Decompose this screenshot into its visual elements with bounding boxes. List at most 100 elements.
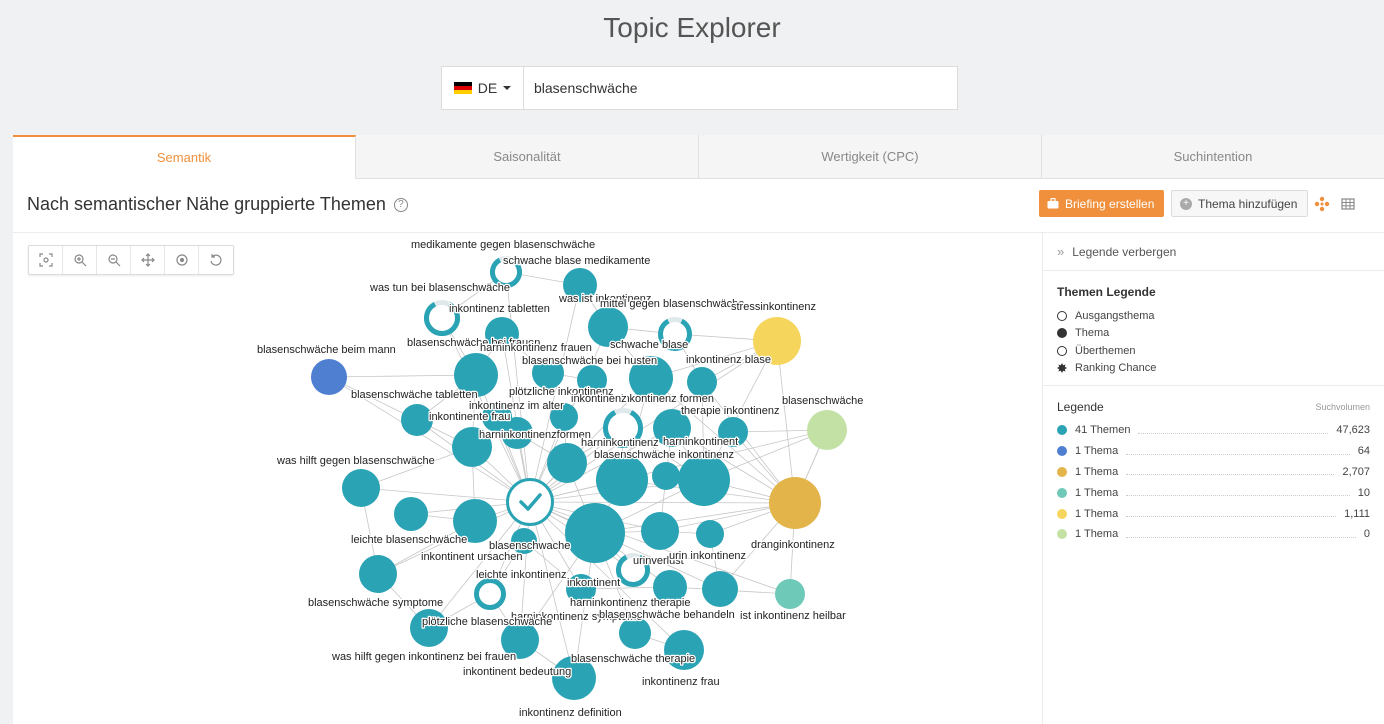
language-select[interactable]: DE — [442, 67, 524, 109]
topic-node[interactable] — [311, 359, 347, 395]
legend-row-value: 47,623 — [1336, 424, 1370, 437]
center-button[interactable] — [131, 246, 165, 274]
add-topic-button[interactable]: + Thema hinzufügen — [1171, 190, 1309, 217]
legend-item-label: Thema — [1075, 327, 1110, 340]
topic-node[interactable] — [565, 503, 625, 563]
legend-item-thema: Thema — [1057, 325, 1370, 343]
color-dot-icon — [1057, 425, 1067, 436]
topic-label: medikamente gegen blasenschwäche — [411, 239, 595, 251]
graph-toolbar — [28, 245, 234, 275]
topic-node[interactable] — [474, 578, 506, 610]
legend-row-label: 1 Thema — [1075, 445, 1119, 458]
topic-node[interactable] — [775, 579, 805, 609]
volume-label: Suchvolumen — [1315, 402, 1370, 412]
fit-screen-button[interactable] — [29, 246, 63, 274]
legend-row-label: 41 Themen — [1075, 424, 1131, 437]
ring-icon — [1057, 345, 1067, 356]
topic-label: inkontinenz formen — [621, 393, 714, 405]
briefcase-icon — [1047, 198, 1059, 209]
panel-title: Nach semantischer Nähe gruppierte Themen — [27, 194, 386, 214]
reset-icon — [210, 254, 222, 266]
graph-nodes — [311, 256, 847, 700]
star-badge-icon — [1057, 363, 1067, 374]
dot-icon — [1057, 328, 1067, 339]
plus-circle-icon: + — [1180, 197, 1192, 210]
tab-suchintention[interactable]: Suchintention — [1042, 135, 1384, 178]
leader-dots — [1126, 536, 1356, 538]
topic-node[interactable] — [359, 555, 397, 593]
reset-button[interactable] — [199, 246, 233, 274]
topic-node[interactable] — [769, 477, 821, 529]
color-dot-icon — [1057, 487, 1067, 498]
add-topic-button-label: Thema hinzufügen — [1198, 196, 1298, 211]
legend-row: 1 Thema 2,707 — [1057, 462, 1370, 483]
language-code: DE — [477, 80, 498, 96]
topic-node[interactable] — [807, 410, 847, 450]
topic-node[interactable] — [342, 469, 380, 507]
legend-row-value: 0 — [1363, 528, 1370, 541]
topic-graph[interactable]: medikamente gegen blasenschwäche schwache… — [13, 233, 1042, 724]
color-dot-icon — [1057, 446, 1067, 457]
topic-label: harninkontinenz frauen — [480, 342, 592, 354]
legend-row-value: 1,111 — [1344, 507, 1370, 520]
legend-item-label: Überthemen — [1075, 344, 1136, 357]
topic-node[interactable] — [641, 512, 679, 550]
zoom-in-button[interactable] — [63, 246, 97, 274]
fit-screen-icon — [38, 253, 53, 267]
start-topic-node[interactable] — [506, 478, 554, 526]
topic-label: harninkontinenz therapie — [570, 597, 690, 609]
topic-node[interactable] — [547, 443, 587, 483]
topic-label: stressinkontinenz — [731, 301, 816, 313]
network-view-icon[interactable] — [1314, 196, 1330, 212]
topic-label: inkontinente frau — [429, 411, 510, 423]
volume-legend: Legende Suchvolumen 41 Themen 47,623 1 The… — [1043, 386, 1384, 553]
legend-row: 1 Thema 64 — [1057, 441, 1370, 462]
help-icon[interactable]: ? — [393, 197, 408, 212]
zoom-out-button[interactable] — [97, 246, 131, 274]
topic-label: plötzliche blasenschwäche — [422, 616, 552, 628]
legend-row-value: 2,707 — [1342, 465, 1370, 478]
briefing-button[interactable]: Briefing erstellen — [1039, 190, 1165, 217]
table-view-icon[interactable] — [1340, 196, 1356, 212]
tab-semantik[interactable]: Semantik — [13, 135, 356, 179]
tab-wertigkeit[interactable]: Wertigkeit (CPC) — [699, 135, 1042, 178]
search-input[interactable] — [524, 67, 957, 109]
topic-label: inkontinenz blase — [686, 354, 771, 366]
topic-node[interactable] — [394, 497, 428, 531]
topic-label: was hilft gegen blasenschwäche — [276, 455, 435, 467]
topic-node[interactable] — [702, 571, 738, 607]
main-panel: Nach semantischer Nähe gruppierte Themen… — [13, 179, 1384, 724]
color-dot-icon — [1057, 529, 1067, 540]
legend-panel: » Legende verbergen Themen Legende Ausga… — [1042, 233, 1384, 724]
tab-saisonalitaet[interactable]: Saisonalität — [356, 135, 699, 178]
legend-row-value: 64 — [1357, 445, 1370, 458]
legend-row-label: 1 Thema — [1075, 528, 1119, 541]
graph-svg: medikamente gegen blasenschwäche schwache… — [256, 238, 865, 721]
color-dot-icon — [1057, 466, 1067, 477]
topic-label: blasenschwäche symptome — [308, 597, 443, 609]
legend-row: 1 Thema 1,111 — [1057, 503, 1370, 524]
leader-dots — [1126, 453, 1350, 455]
volume-legend-heading: Legende — [1057, 400, 1104, 414]
topic-node[interactable] — [696, 520, 724, 548]
topic-label: harninkontinent — [663, 436, 738, 448]
topic-node[interactable] — [596, 454, 648, 506]
topic-label: leichte inkontinenz — [476, 569, 567, 581]
topic-node[interactable] — [678, 454, 730, 506]
topic-label: harninkontinenz — [581, 437, 659, 449]
topic-label: blasenschwäche — [782, 395, 863, 407]
topic-node[interactable] — [652, 462, 680, 490]
topic-node[interactable] — [410, 609, 448, 647]
legend-item-ausgangsthema: Ausgangsthema — [1057, 307, 1370, 325]
topic-label: blasenschwäche tabletten — [351, 389, 478, 401]
legend-toggle-label: Legende verbergen — [1072, 244, 1177, 259]
zoom-out-icon — [107, 254, 120, 267]
topic-label: inkontinent ursachen — [421, 551, 523, 563]
focus-button[interactable] — [165, 246, 199, 274]
legend-row-label: 1 Thema — [1075, 465, 1119, 478]
themes-legend-heading: Themen Legende — [1057, 285, 1156, 299]
legend-row-label: 1 Thema — [1075, 507, 1119, 520]
legend-toggle[interactable]: » Legende verbergen — [1043, 233, 1384, 271]
legend-row: 1 Thema 0 — [1057, 524, 1370, 545]
topic-label: inkontinent — [567, 577, 620, 589]
